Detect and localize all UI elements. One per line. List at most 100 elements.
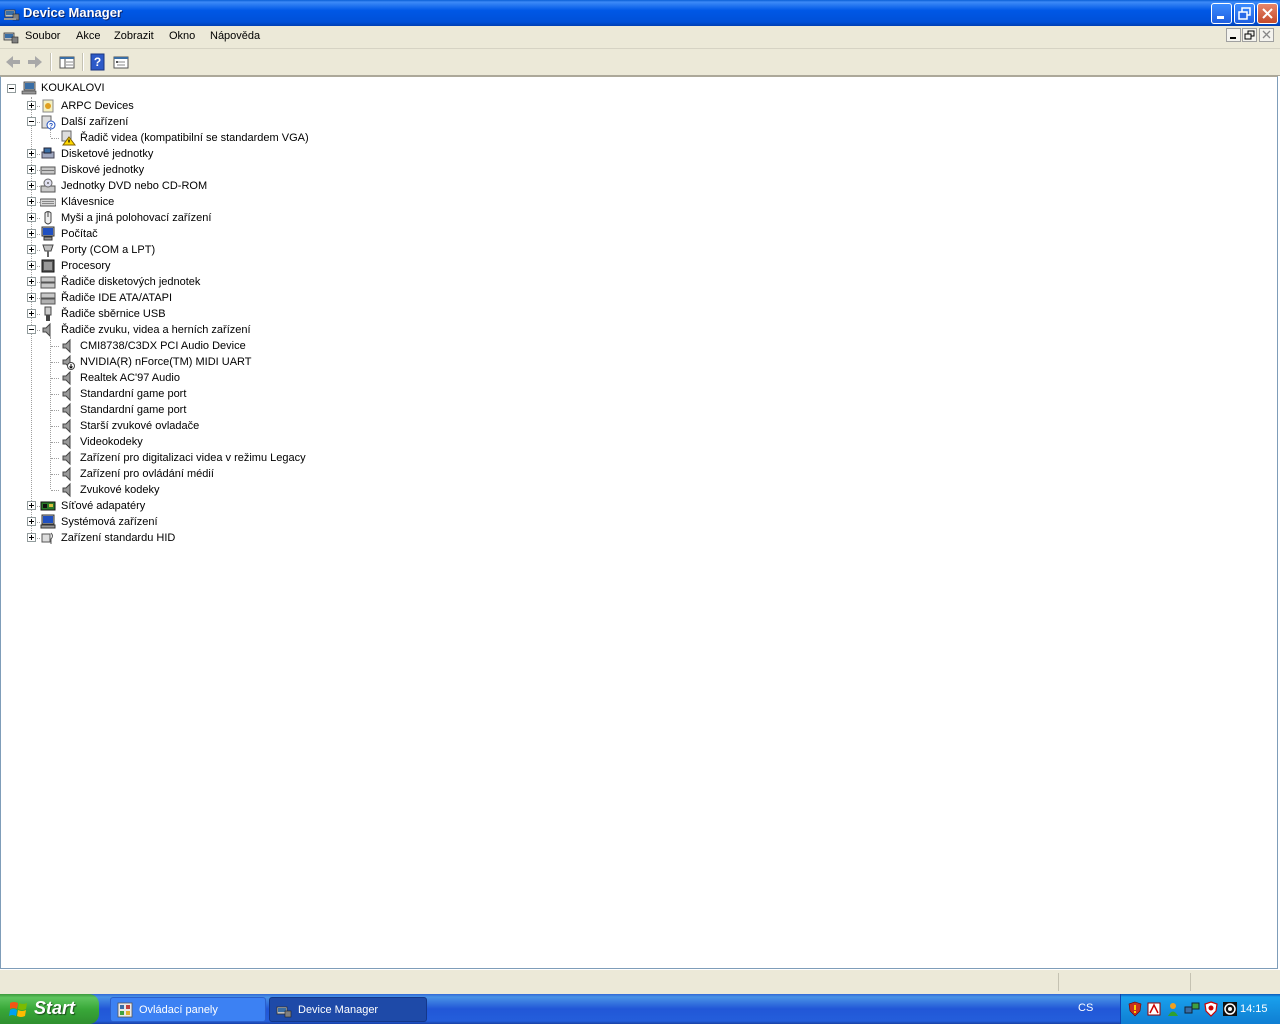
tree-category-label[interactable]: Počítač <box>61 228 98 240</box>
disabled-speaker-icon <box>62 354 75 370</box>
arpc-device-icon <box>42 99 54 113</box>
tree-category-label[interactable]: Zařízení standardu HID <box>61 532 175 544</box>
tree-category-label[interactable]: Porty (COM a LPT) <box>61 244 155 256</box>
menu-soubor[interactable]: Soubor <box>25 30 60 42</box>
tree-root-label[interactable]: KOUKALOVI <box>41 82 105 98</box>
tree-category-label[interactable]: Procesory <box>61 260 111 272</box>
tree-category-label[interactable]: Disketové jednotky <box>61 148 153 160</box>
expand-toggle[interactable] <box>27 149 36 158</box>
expand-toggle[interactable] <box>27 165 36 174</box>
help-icon[interactable]: ? <box>88 52 108 72</box>
network-icon[interactable] <box>1184 1001 1200 1017</box>
tree-category-label[interactable]: Diskové jednotky <box>61 164 144 176</box>
mouse-icon <box>44 211 52 225</box>
processor-icon <box>41 259 55 273</box>
mdi-minimize-button[interactable] <box>1226 28 1241 42</box>
tree-device-label[interactable]: CMI8738/C3DX PCI Audio Device <box>80 340 246 352</box>
antivirus-icon[interactable] <box>1203 1001 1219 1017</box>
close-button[interactable] <box>1257 3 1278 24</box>
expand-toggle[interactable] <box>27 325 36 334</box>
console-tree-icon[interactable] <box>57 52 77 72</box>
language-indicator[interactable]: CS <box>1078 1002 1093 1014</box>
expand-toggle[interactable] <box>27 501 36 510</box>
floppy-controller-icon <box>40 276 56 289</box>
speaker-icon <box>62 386 71 402</box>
tree-category-label[interactable]: Řadiče IDE ATA/ATAPI <box>61 292 172 304</box>
tree-category-label[interactable]: Myši a jiná polohovací zařízení <box>61 212 211 224</box>
media-icon[interactable] <box>1222 1001 1238 1017</box>
speaker-icon <box>62 482 71 498</box>
menu-akce[interactable]: Akce <box>76 30 100 42</box>
tree-device-label[interactable]: NVIDIA(R) nForce(TM) MIDI UART <box>80 356 252 368</box>
mdi-close-button[interactable] <box>1259 28 1274 42</box>
properties-icon[interactable] <box>111 52 131 72</box>
taskbar-button-ovladaci-panely[interactable]: Ovládací panely <box>110 997 266 1022</box>
expand-toggle[interactable] <box>27 261 36 270</box>
root-collapse-button[interactable] <box>7 84 16 93</box>
tree-device-label[interactable]: Zařízení pro ovládání médií <box>80 468 214 480</box>
tree-guide-line <box>51 410 59 411</box>
disk-drive-icon <box>40 166 56 175</box>
start-button[interactable]: Start <box>0 994 99 1024</box>
security-shield-icon[interactable] <box>1127 1001 1143 1017</box>
tree-category-label[interactable]: Řadiče disketových jednotek <box>61 276 200 288</box>
tree-device-label[interactable]: Standardní game port <box>80 404 186 416</box>
menu-napoveda[interactable]: Nápověda <box>210 30 260 42</box>
messenger-icon[interactable] <box>1165 1001 1181 1017</box>
expand-toggle[interactable] <box>27 517 36 526</box>
speaker-icon <box>62 338 71 354</box>
tree-category-label[interactable]: Jednotky DVD nebo CD-ROM <box>61 180 207 192</box>
warning-device-icon <box>61 130 76 146</box>
tree-guide-line <box>51 346 59 347</box>
expand-toggle[interactable] <box>27 229 36 238</box>
expand-toggle[interactable] <box>27 101 36 110</box>
tree-category-label[interactable]: Další zařízení <box>61 116 128 128</box>
restore-button[interactable] <box>1234 3 1255 24</box>
tree-device-label[interactable]: Realtek AC'97 Audio <box>80 372 180 384</box>
minimize-button[interactable] <box>1211 3 1232 24</box>
back-arrow-icon[interactable] <box>3 52 23 72</box>
menu-zobrazit[interactable]: Zobrazit <box>114 30 154 42</box>
system-device-icon <box>40 514 56 529</box>
speaker-icon <box>62 466 71 482</box>
speaker-icon <box>62 434 71 450</box>
expand-toggle[interactable] <box>27 117 36 126</box>
device-tree[interactable]: KOUKALOVI ARPC Devices? Další zařízení Řad… <box>0 76 1278 969</box>
tree-category-label[interactable]: Řadiče sběrnice USB <box>61 308 166 320</box>
expand-toggle[interactable] <box>27 293 36 302</box>
tree-device-label[interactable]: Videokodeky <box>80 436 143 448</box>
taskbar: Start Ovládací panely Device Manager CS … <box>0 994 1280 1024</box>
title-bar[interactable]: Device Manager <box>0 0 1280 26</box>
computer-network-icon <box>21 81 37 95</box>
start-label: Start <box>34 998 76 1018</box>
tree-device-label[interactable]: Zařízení pro digitalizaci videa v režimu… <box>80 452 306 464</box>
tree-category-label[interactable]: ARPC Devices <box>61 100 134 112</box>
expand-toggle[interactable] <box>27 245 36 254</box>
tree-category-label[interactable]: Klávesnice <box>61 196 114 208</box>
tree-device-label[interactable]: Zvukové kodeky <box>80 484 159 496</box>
expand-toggle[interactable] <box>27 533 36 542</box>
forward-arrow-icon[interactable] <box>25 52 45 72</box>
tree-guide-line <box>51 490 59 491</box>
expand-toggle[interactable] <box>27 197 36 206</box>
usb-icon <box>44 306 52 321</box>
tree-category-label[interactable]: Síťové adapatéry <box>61 500 145 512</box>
expand-toggle[interactable] <box>27 309 36 318</box>
mdi-restore-button[interactable] <box>1242 28 1257 42</box>
tree-category-label[interactable]: Systémová zařízení <box>61 516 158 528</box>
taskbar-button-device-manager[interactable]: Device Manager <box>269 997 427 1022</box>
expand-toggle[interactable] <box>27 181 36 190</box>
minimize-icon <box>1230 37 1236 39</box>
tree-device-label[interactable]: Standardní game port <box>80 388 186 400</box>
tree-device-label[interactable]: Starší zvukové ovladače <box>80 420 199 432</box>
unknown-device-icon: ? <box>41 115 56 130</box>
clock[interactable]: 14:15 <box>1240 1003 1268 1015</box>
ide-controller-icon <box>40 292 56 305</box>
device-manager-icon[interactable] <box>3 28 19 44</box>
acrobat-icon[interactable] <box>1146 1001 1162 1017</box>
tree-device-label[interactable]: Řadič videa (kompatibilní se standardem … <box>80 132 309 144</box>
tree-category-label[interactable]: Řadiče zvuku, videa a herních zařízení <box>61 324 251 336</box>
expand-toggle[interactable] <box>27 213 36 222</box>
expand-toggle[interactable] <box>27 277 36 286</box>
menu-okno[interactable]: Okno <box>169 30 195 42</box>
